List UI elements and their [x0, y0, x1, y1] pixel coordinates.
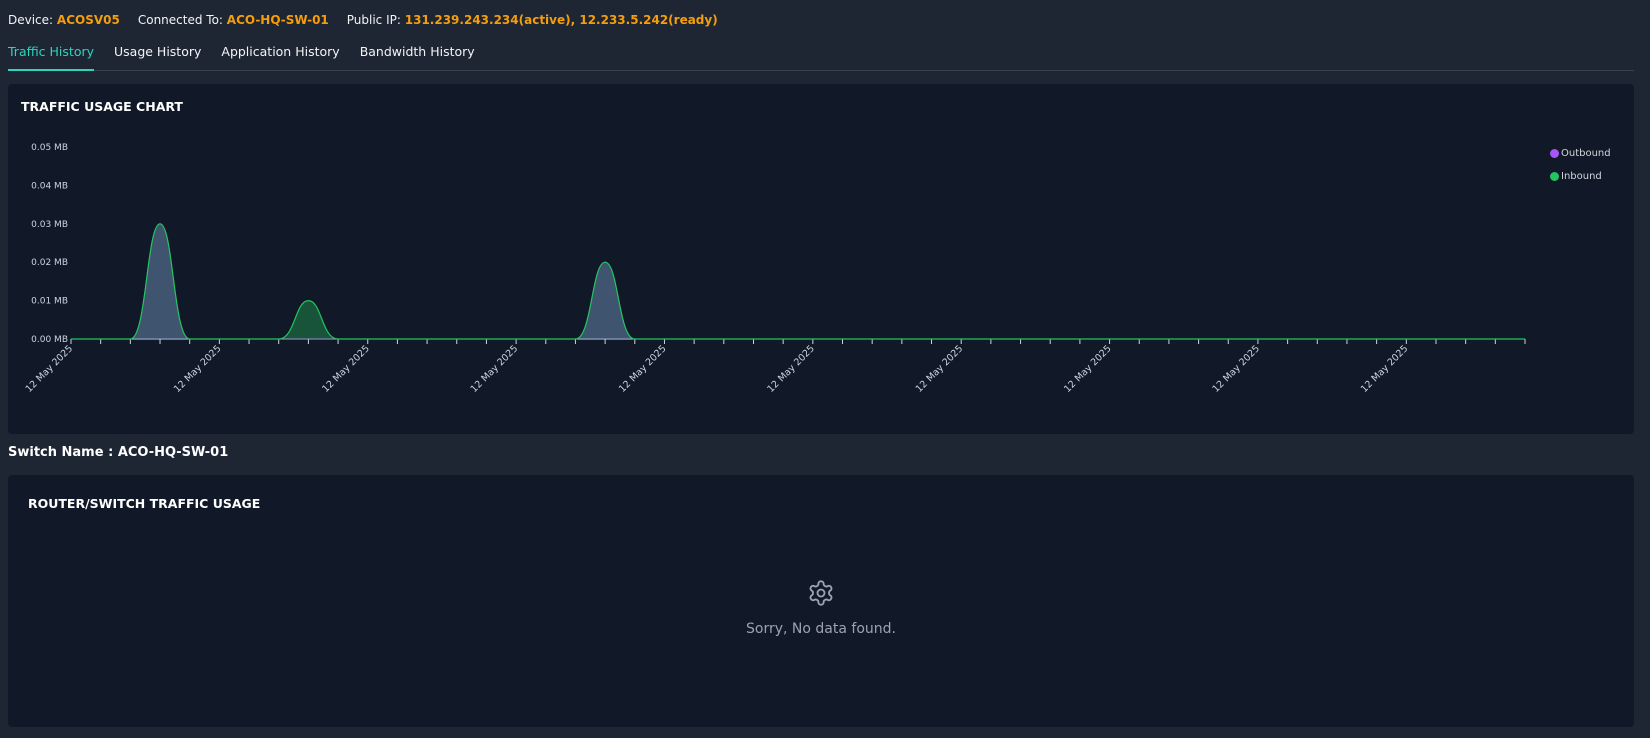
x-tick-label: 12 May 2025 [617, 343, 669, 395]
gear-icon [807, 579, 835, 611]
x-tick-label: 12 May 2025 [1210, 343, 1262, 395]
tab-bandwidth-history[interactable]: Bandwidth History [360, 40, 475, 69]
tab-usage-history[interactable]: Usage History [114, 40, 201, 69]
y-tick-label: 0.01 MB [31, 297, 68, 307]
connected-value: ACO-HQ-SW-01 [226, 13, 329, 27]
y-tick-label: 0.04 MB [31, 181, 68, 191]
device-label: Device: [8, 13, 54, 27]
legend-outbound-label: Outbound [1561, 148, 1611, 159]
outbound-area [71, 223, 1525, 339]
x-tick-label: 12 May 2025 [469, 343, 521, 395]
public-ip-info: Public IP: 131.239.243.234(active), 12.2… [347, 13, 718, 27]
x-tick-label: 12 May 2025 [914, 343, 966, 395]
x-tick-label: 12 May 2025 [320, 343, 372, 395]
empty-state: Sorry, No data found. [8, 579, 1634, 637]
tab-application-history[interactable]: Application History [221, 40, 339, 69]
traffic-usage-chart: 0.00 MB 0.01 MB 0.02 MB 0.03 MB 0.04 MB 0.05 … [24, 143, 1526, 395]
switch-name-value: ACO-HQ-SW-01 [117, 445, 229, 460]
inbound-area [71, 223, 1525, 339]
x-tick-label: 12 May 2025 [765, 343, 817, 395]
switch-name: Switch Name : ACO-HQ-SW-01 [8, 445, 228, 460]
public-ip-label: Public IP: [346, 13, 401, 27]
tab-traffic-history[interactable]: Traffic History [8, 40, 94, 71]
connected-info: Connected To: ACO-HQ-SW-01 [138, 13, 329, 27]
x-tick-label: 12 May 2025 [24, 343, 76, 395]
x-tick-label: 12 May 2025 [1359, 343, 1411, 395]
device-info: Device: ACOSV05 [8, 13, 120, 27]
y-tick-label: 0.02 MB [31, 258, 68, 268]
y-tick-label: 0.00 MB [31, 335, 68, 345]
y-tick-label: 0.05 MB [31, 143, 68, 153]
public-ip-value: 131.239.243.234(active), 12.233.5.242(re… [404, 13, 718, 27]
outbound-line [71, 223, 1525, 340]
legend-inbound[interactable]: Inbound [1550, 171, 1602, 182]
router-traffic-title: ROUTER/SWITCH TRAFFIC USAGE [28, 496, 261, 511]
x-tick-label: 12 May 2025 [1062, 343, 1114, 395]
device-info-bar: Device: ACOSV05 Connected To: ACO-HQ-SW-… [8, 10, 736, 30]
switch-name-label: Switch Name : [8, 445, 114, 460]
history-tabs: Traffic History Usage History Applicatio… [8, 40, 1634, 71]
y-tick-label: 0.03 MB [31, 220, 68, 230]
traffic-usage-panel: TRAFFIC USAGE CHART 0.00 MB 0.01 MB 0.02 M… [8, 84, 1634, 434]
empty-message: Sorry, No data found. [746, 621, 896, 637]
router-switch-traffic-panel: ROUTER/SWITCH TRAFFIC USAGE Sorry, No da… [8, 475, 1634, 727]
inbound-dot [1550, 172, 1559, 181]
x-tick-label: 12 May 2025 [172, 343, 224, 395]
connected-label: Connected To: [137, 13, 223, 27]
inbound-line [71, 223, 1525, 340]
legend-outbound[interactable]: Outbound [1550, 148, 1611, 159]
legend-inbound-label: Inbound [1561, 171, 1602, 182]
outbound-dot [1550, 149, 1559, 158]
device-value: ACOSV05 [56, 13, 120, 27]
